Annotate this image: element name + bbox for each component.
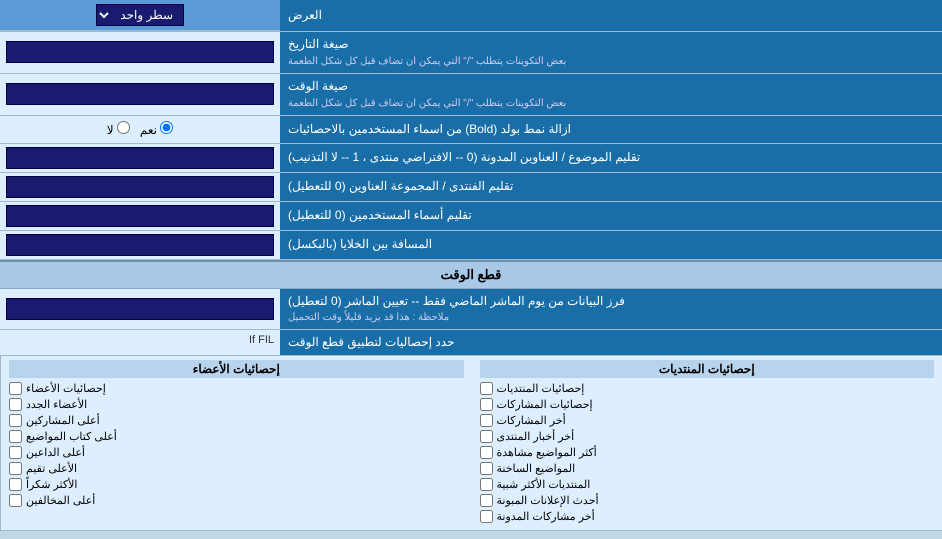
cb-similar-forums-input[interactable]	[480, 478, 493, 491]
username-trim-input-container: 0	[0, 202, 280, 230]
cb-new-members: الأعضاء الجدد	[9, 398, 464, 411]
cb-top-posters-input[interactable]	[9, 414, 22, 427]
cb-latest-announcements: أحدث الإعلانات المبونة	[480, 494, 935, 507]
page-title: العرض	[288, 7, 322, 24]
cb-hot-topics-input[interactable]	[480, 462, 493, 475]
topic-address-input[interactable]: 33	[6, 147, 274, 169]
topic-address-label: تقليم الموضوع / العناوين المدونة (0 -- ا…	[280, 144, 942, 172]
forum-address-input[interactable]: 33	[6, 176, 274, 198]
cb-most-viewed-input[interactable]	[480, 446, 493, 459]
cb-most-thanks-input[interactable]	[9, 478, 22, 491]
radio-yes-label: نعم	[140, 121, 173, 137]
cell-spacing-input-container: 2	[0, 231, 280, 259]
cb-top-authors-input[interactable]	[9, 430, 22, 443]
main-container: العرض سطر واحد سطرين ثلاثة أسطر صيغة الت…	[0, 0, 942, 531]
radio-yes[interactable]	[160, 121, 173, 134]
define-stats-row: حدد إحصاليات لتطبيق قطع الوقت If FIL	[0, 330, 942, 356]
topic-address-row: تقليم الموضوع / العناوين المدونة (0 -- ا…	[0, 144, 942, 173]
cb-last-posts: أخر المشاركات	[480, 414, 935, 427]
cb-post-stats-input[interactable]	[480, 398, 493, 411]
cb-most-viewed: أكثر المواضيع مشاهدة	[480, 446, 935, 459]
forum-address-row: تقليم الفنتدى / المجموعة العناوين (0 للت…	[0, 173, 942, 202]
radio-no-label: لا	[107, 121, 130, 137]
forum-stats-header: إحصائيات المنتديات	[480, 360, 935, 378]
radio-no[interactable]	[117, 121, 130, 134]
time-format-row: صيغة الوقت بعض التكوينات يتطلب "/" التي …	[0, 74, 942, 116]
cb-last-news: أخر أخبار المنتدى	[480, 430, 935, 443]
rows-dropdown[interactable]: سطر واحد سطرين ثلاثة أسطر	[96, 4, 184, 26]
dropdown-container: سطر واحد سطرين ثلاثة أسطر	[0, 0, 280, 31]
member-stats-header: إحصائيات الأعضاء	[9, 360, 464, 378]
cb-member-stats: إحصائيات الأعضاء	[9, 382, 464, 395]
header-row: العرض سطر واحد سطرين ثلاثة أسطر	[0, 0, 942, 32]
cb-top-authors: أعلى كتاب المواضيع	[9, 430, 464, 443]
date-format-input-container: d-m	[0, 32, 280, 73]
cb-forum-stats: إحصائيات المنتديات	[480, 382, 935, 395]
username-trim-input[interactable]: 0	[6, 205, 274, 227]
username-trim-row: تقليم أسماء المستخدمين (0 للتعطيل) 0	[0, 202, 942, 231]
cell-spacing-row: المسافة بين الخلايا (بالبكسل) 2	[0, 231, 942, 260]
cb-last-blog-posts-input[interactable]	[480, 510, 493, 523]
cb-hot-topics: المواضيع الساخنة	[480, 462, 935, 475]
cb-latest-announcements-input[interactable]	[480, 494, 493, 507]
cell-spacing-input[interactable]: 2	[6, 234, 274, 256]
checkbox-col-member: إحصائيات الأعضاء إحصائيات الأعضاء الأعضا…	[0, 356, 472, 530]
time-cutoff-input-container: 0	[0, 289, 280, 330]
forum-address-input-container: 33	[0, 173, 280, 201]
checkbox-columns: إحصائيات المنتديات إحصائيات المنتديات إح…	[0, 356, 942, 530]
if-fil-container: If FIL	[0, 330, 280, 355]
bold-remove-radio-container: نعم لا	[0, 116, 280, 143]
time-cutoff-row: فرز البيانات من يوم الماشر الماضي فقط --…	[0, 289, 942, 331]
cb-new-members-input[interactable]	[9, 398, 22, 411]
cb-top-violators: أعلى المخالفين	[9, 494, 464, 507]
cb-top-rated: الأعلى تقيم	[9, 462, 464, 475]
cb-top-inviters: أعلى الداعين	[9, 446, 464, 459]
cb-post-stats: إحصائيات المشاركات	[480, 398, 935, 411]
time-format-label: صيغة الوقت بعض التكوينات يتطلب "/" التي …	[280, 74, 942, 115]
cb-top-violators-input[interactable]	[9, 494, 22, 507]
bold-remove-row: ازالة نمط بولد (Bold) من اسماء المستخدمي…	[0, 116, 942, 144]
date-format-row: صيغة التاريخ بعض التكوينات يتطلب "/" الت…	[0, 32, 942, 74]
checkbox-section: إحصائيات المنتديات إحصائيات المنتديات إح…	[0, 356, 942, 531]
if-fil-note: If FIL	[249, 334, 274, 346]
username-trim-label: تقليم أسماء المستخدمين (0 للتعطيل)	[280, 202, 942, 230]
cell-spacing-label: المسافة بين الخلايا (بالبكسل)	[280, 231, 942, 259]
cb-top-rated-input[interactable]	[9, 462, 22, 475]
define-stats-label: حدد إحصاليات لتطبيق قطع الوقت	[280, 330, 942, 355]
cb-last-posts-input[interactable]	[480, 414, 493, 427]
time-cutoff-input[interactable]: 0	[6, 298, 274, 320]
time-cutoff-section-header: قطع الوقت	[0, 260, 942, 289]
cb-top-inviters-input[interactable]	[9, 446, 22, 459]
cb-top-posters: أعلى المشاركين	[9, 414, 464, 427]
bold-remove-label: ازالة نمط بولد (Bold) من اسماء المستخدمي…	[280, 116, 942, 143]
topic-address-input-container: 33	[0, 144, 280, 172]
page-title-label: العرض	[280, 0, 942, 31]
time-cutoff-label: فرز البيانات من يوم الماشر الماضي فقط --…	[280, 289, 942, 330]
date-format-input[interactable]: d-m	[6, 41, 274, 63]
time-format-input[interactable]: H:i	[6, 83, 274, 105]
cb-similar-forums: المنتديات الأكثر شبية	[480, 478, 935, 491]
forum-address-label: تقليم الفنتدى / المجموعة العناوين (0 للت…	[280, 173, 942, 201]
cb-member-stats-input[interactable]	[9, 382, 22, 395]
time-format-input-container: H:i	[0, 74, 280, 115]
checkbox-col-forum: إحصائيات المنتديات إحصائيات المنتديات إح…	[472, 356, 942, 530]
cb-last-news-input[interactable]	[480, 430, 493, 443]
cb-last-blog-posts: أخر مشاركات المدونة	[480, 510, 935, 523]
date-format-label: صيغة التاريخ بعض التكوينات يتطلب "/" الت…	[280, 32, 942, 73]
cb-most-thanks: الأكثر شكراً	[9, 478, 464, 491]
cb-forum-stats-input[interactable]	[480, 382, 493, 395]
